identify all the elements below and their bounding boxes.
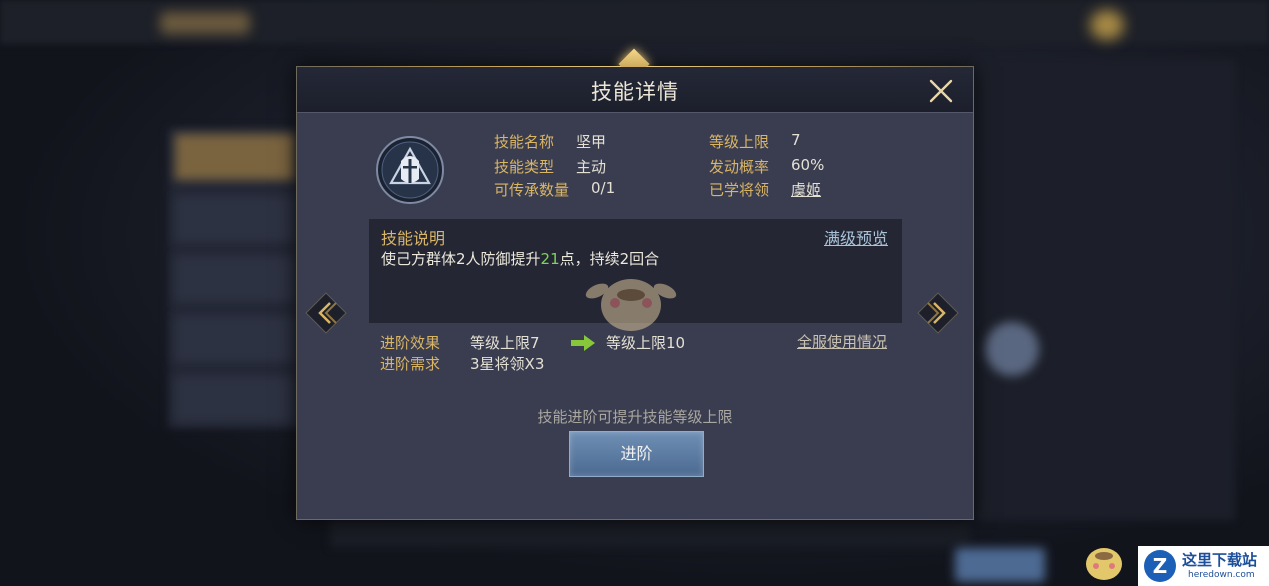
skill-name-label: 技能名称 (494, 133, 555, 151)
advance-requirement-label: 进阶需求 (380, 355, 441, 373)
description-title: 技能说明 (381, 229, 446, 248)
site-logo-mark: Z (1144, 550, 1176, 582)
inherit-count-value: 0/1 (591, 179, 616, 197)
bg-bottom-bar (330, 520, 970, 548)
bg-side-item (175, 196, 295, 242)
site-name: 这里下载站 (1182, 551, 1258, 569)
level-cap-label: 等级上限 (709, 133, 770, 151)
advance-effect-from: 等级上限7 (470, 334, 540, 352)
site-logo: Z 这里下载站 heredown.com (1138, 546, 1269, 586)
bg-right-panel (975, 60, 1235, 520)
trigger-rate-label: 发动概率 (709, 158, 770, 176)
advance-effect-label: 进阶效果 (380, 334, 441, 352)
global-usage-link[interactable]: 全服使用情况 (797, 331, 887, 352)
next-arrow-icon[interactable] (916, 291, 960, 335)
description-highlight-value: 21 (540, 250, 560, 268)
dialog-header: 技能详情 (297, 67, 973, 113)
bg-side-item (175, 256, 295, 302)
bg-side-item (175, 376, 295, 422)
bg-bottom-button (955, 548, 1045, 582)
mascot-logo-icon (1086, 548, 1122, 580)
max-level-preview-link[interactable]: 满级预览 (824, 225, 888, 249)
skill-type-label: 技能类型 (494, 158, 555, 176)
site-domain: heredown.com (1188, 570, 1255, 580)
bg-title-badge (160, 12, 250, 34)
inherit-count-label: 可传承数量 (494, 181, 570, 199)
mascot-watermark-icon (585, 279, 677, 331)
dialog-title: 技能详情 (591, 80, 679, 104)
advance-effect-to: 等级上限10 (606, 334, 686, 352)
trigger-rate-value: 60% (791, 156, 825, 174)
bg-currency-icon (1090, 10, 1124, 40)
skill-name-value: 坚甲 (576, 133, 607, 151)
bg-hero-avatar (985, 322, 1039, 376)
knight-helmet-icon (376, 136, 444, 204)
description-text-before: 使己方群体2人防御提升 (381, 250, 541, 268)
bg-side-item (175, 316, 295, 362)
learned-general-label: 已学将领 (709, 181, 770, 199)
learned-general-link[interactable]: 虞姬 (791, 179, 821, 200)
skill-type-value: 主动 (576, 158, 607, 176)
skill-detail-dialog: 技能详情 技能名称 坚甲 技能类型 主动 可传承数量 0/1 等级上限 7 发动… (296, 48, 974, 520)
close-icon[interactable] (927, 77, 955, 105)
advance-requirement-value: 3星将领X3 (470, 355, 545, 373)
advance-button[interactable]: 进阶 (569, 431, 704, 477)
right-arrow-icon (571, 335, 595, 351)
level-cap-value: 7 (791, 131, 801, 149)
advance-hint: 技能进阶可提升技能等级上限 (537, 408, 733, 426)
previous-arrow-icon[interactable] (304, 291, 348, 335)
bg-side-item (175, 134, 295, 180)
